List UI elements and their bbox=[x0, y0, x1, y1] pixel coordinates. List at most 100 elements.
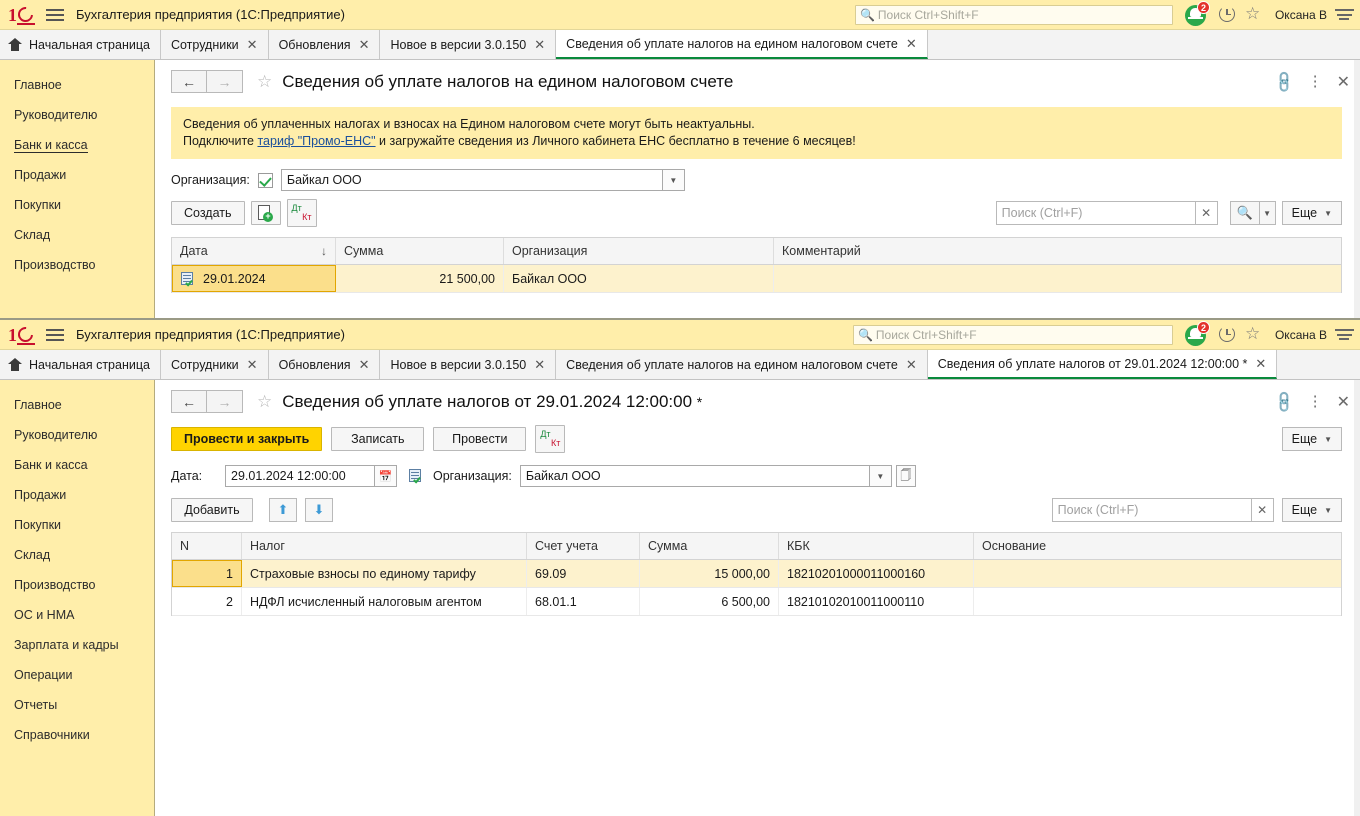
organization-filter-checkbox[interactable] bbox=[257, 172, 273, 188]
history-icon[interactable] bbox=[1217, 4, 1239, 26]
column-header-date[interactable]: Дата ↓ bbox=[172, 238, 336, 264]
sidebar-item-operacii[interactable]: Операции bbox=[0, 660, 154, 690]
sidebar-item-pokupki[interactable]: Покупки bbox=[0, 190, 154, 220]
close-icon[interactable]: ✕ bbox=[247, 38, 258, 51]
tab-updates[interactable]: Обновления ✕ bbox=[268, 30, 381, 59]
sidebar-item-otchety[interactable]: Отчеты bbox=[0, 690, 154, 720]
chevron-down-icon[interactable]: ▼ bbox=[1259, 201, 1276, 225]
cell-amount[interactable]: 15 000,00 bbox=[640, 560, 779, 587]
history-icon[interactable] bbox=[1217, 324, 1239, 346]
cell-comment[interactable] bbox=[774, 265, 1341, 292]
cell-account[interactable]: 68.01.1 bbox=[527, 588, 640, 615]
vertical-scrollbar[interactable] bbox=[1354, 380, 1360, 816]
user-name[interactable]: Оксана В bbox=[1275, 328, 1327, 342]
tab-home[interactable]: Начальная страница bbox=[0, 350, 161, 379]
search-input[interactable]: Поиск (Ctrl+F) bbox=[1051, 498, 1252, 522]
global-search-input[interactable]: 🔍 Поиск Ctrl+Shift+F bbox=[854, 4, 1173, 25]
search-icon[interactable]: 🔍 bbox=[1229, 201, 1260, 225]
promo-ens-link[interactable]: тариф "Промо-ЕНС" bbox=[257, 134, 375, 148]
tab-employees[interactable]: Сотрудники ✕ bbox=[160, 350, 269, 379]
vertical-scrollbar[interactable] bbox=[1354, 60, 1360, 319]
column-header-amount[interactable]: Сумма bbox=[640, 533, 779, 559]
sidebar-item-proizvodstvo[interactable]: Производство bbox=[0, 570, 154, 600]
move-up-icon[interactable]: ⬆ bbox=[269, 498, 297, 522]
post-and-close-button[interactable]: Провести и закрыть bbox=[171, 427, 323, 451]
column-header-organization[interactable]: Организация bbox=[504, 238, 774, 264]
close-icon[interactable]: ✕ bbox=[359, 358, 370, 371]
tab-employees[interactable]: Сотрудники ✕ bbox=[160, 30, 269, 59]
add-row-button[interactable]: Добавить bbox=[171, 498, 253, 522]
sidebar-item-zarplata-i-kadry[interactable]: Зарплата и кадры bbox=[0, 630, 154, 660]
close-icon[interactable]: ✕ bbox=[1337, 392, 1350, 412]
cell-organization[interactable]: Байкал ООО bbox=[504, 265, 774, 292]
sidebar-item-sklad[interactable]: Склад bbox=[0, 540, 154, 570]
more-menu-icon[interactable]: ⋮ bbox=[1308, 394, 1323, 409]
cell-n[interactable]: 2 bbox=[172, 588, 242, 615]
cell-amount[interactable]: 6 500,00 bbox=[640, 588, 779, 615]
sidebar-item-bank-i-kassa[interactable]: Банк и касса bbox=[0, 450, 154, 480]
close-icon[interactable]: ✕ bbox=[247, 358, 258, 371]
clear-search-icon[interactable]: ✕ bbox=[1195, 201, 1218, 225]
move-down-icon[interactable]: ⬇ bbox=[305, 498, 333, 522]
get-link-icon[interactable]: 🔗 bbox=[1271, 69, 1297, 94]
post-button[interactable]: Провести bbox=[433, 427, 527, 451]
favorites-star-icon[interactable]: ☆ bbox=[1245, 324, 1267, 346]
cell-basis[interactable] bbox=[974, 588, 1341, 615]
table-row[interactable]: 1 Страховые взносы по единому тарифу 69.… bbox=[172, 560, 1341, 588]
write-button[interactable]: Записать bbox=[331, 427, 425, 451]
back-button[interactable]: ← bbox=[171, 390, 207, 413]
calendar-icon[interactable]: 📅 bbox=[375, 465, 397, 487]
notifications-button[interactable]: 2 bbox=[1183, 0, 1210, 27]
more-menu-icon[interactable]: ⋮ bbox=[1308, 74, 1323, 89]
table-row[interactable]: 2 НДФЛ исчисленный налоговым агентом 68.… bbox=[172, 588, 1341, 616]
sidebar-item-bank-i-kassa[interactable]: Банк и касса bbox=[0, 130, 154, 160]
get-link-icon[interactable]: 🔗 bbox=[1271, 389, 1297, 414]
forward-button[interactable]: → bbox=[207, 390, 243, 413]
favorites-star-icon[interactable]: ☆ bbox=[1245, 4, 1267, 26]
table-row[interactable]: 29.01.2024 21 500,00 Байкал ООО bbox=[172, 265, 1341, 293]
tab-whats-new[interactable]: Новое в версии 3.0.150 ✕ bbox=[380, 350, 557, 379]
create-by-copy-button[interactable]: + bbox=[250, 201, 281, 225]
tab-updates[interactable]: Обновления ✕ bbox=[268, 350, 381, 379]
sidebar-item-rukovoditelyu[interactable]: Руководителю bbox=[0, 100, 154, 130]
cell-date[interactable]: 29.01.2024 bbox=[172, 265, 336, 292]
close-icon[interactable]: ✕ bbox=[906, 358, 917, 371]
tab-tax-payment-info[interactable]: Сведения об уплате налогов на едином нал… bbox=[556, 350, 928, 379]
tab-tax-payment-document[interactable]: Сведения об уплате налогов от 29.01.2024… bbox=[927, 350, 1278, 379]
sidebar-item-os-i-nma[interactable]: ОС и НМА bbox=[0, 600, 154, 630]
back-button[interactable]: ← bbox=[171, 70, 207, 93]
notifications-button[interactable]: 2 bbox=[1183, 320, 1210, 347]
more-button[interactable]: Еще ▼ bbox=[1281, 201, 1342, 225]
close-icon[interactable]: ✕ bbox=[1255, 357, 1266, 370]
close-icon[interactable]: ✕ bbox=[534, 358, 545, 371]
cell-account[interactable]: 69.09 bbox=[527, 560, 640, 587]
sidebar-item-glavnoe[interactable]: Главное bbox=[0, 70, 154, 100]
tab-home[interactable]: Начальная страница bbox=[0, 30, 161, 59]
cell-amount[interactable]: 21 500,00 bbox=[336, 265, 504, 292]
close-icon[interactable]: ✕ bbox=[534, 38, 545, 51]
column-header-tax[interactable]: Налог bbox=[242, 533, 527, 559]
user-name[interactable]: Оксана В bbox=[1275, 8, 1327, 22]
chevron-down-icon[interactable]: ▼ bbox=[662, 169, 685, 191]
column-header-account[interactable]: Счет учета bbox=[527, 533, 640, 559]
close-icon[interactable]: ✕ bbox=[1337, 72, 1350, 92]
column-header-basis[interactable]: Основание bbox=[974, 533, 1341, 559]
chevron-down-icon[interactable]: ▼ bbox=[869, 465, 892, 487]
main-menu-icon[interactable] bbox=[46, 6, 64, 24]
clear-search-icon[interactable]: ✕ bbox=[1251, 498, 1274, 522]
date-input[interactable]: 29.01.2024 12:00:00 bbox=[225, 465, 375, 487]
postings-dt-kt-button[interactable]: Дт Кт bbox=[535, 425, 566, 453]
global-search-input[interactable]: 🔍 Поиск Ctrl+Shift+F bbox=[852, 324, 1173, 345]
sidebar-item-pokupki[interactable]: Покупки bbox=[0, 510, 154, 540]
postings-dt-kt-button[interactable]: Дт Кт bbox=[286, 199, 317, 227]
create-button[interactable]: Создать bbox=[171, 201, 245, 225]
close-icon[interactable]: ✕ bbox=[906, 37, 917, 50]
column-header-comment[interactable]: Комментарий bbox=[774, 238, 1341, 264]
main-menu-icon[interactable] bbox=[46, 326, 64, 344]
add-to-favorites-icon[interactable]: ☆ bbox=[257, 72, 272, 92]
column-header-n[interactable]: N bbox=[172, 533, 242, 559]
sidebar-item-glavnoe[interactable]: Главное bbox=[0, 390, 154, 420]
sidebar-item-proizvodstvo[interactable]: Производство bbox=[0, 250, 154, 280]
column-header-kbk[interactable]: КБК bbox=[779, 533, 974, 559]
sidebar-item-spravochniki[interactable]: Справочники bbox=[0, 720, 154, 750]
